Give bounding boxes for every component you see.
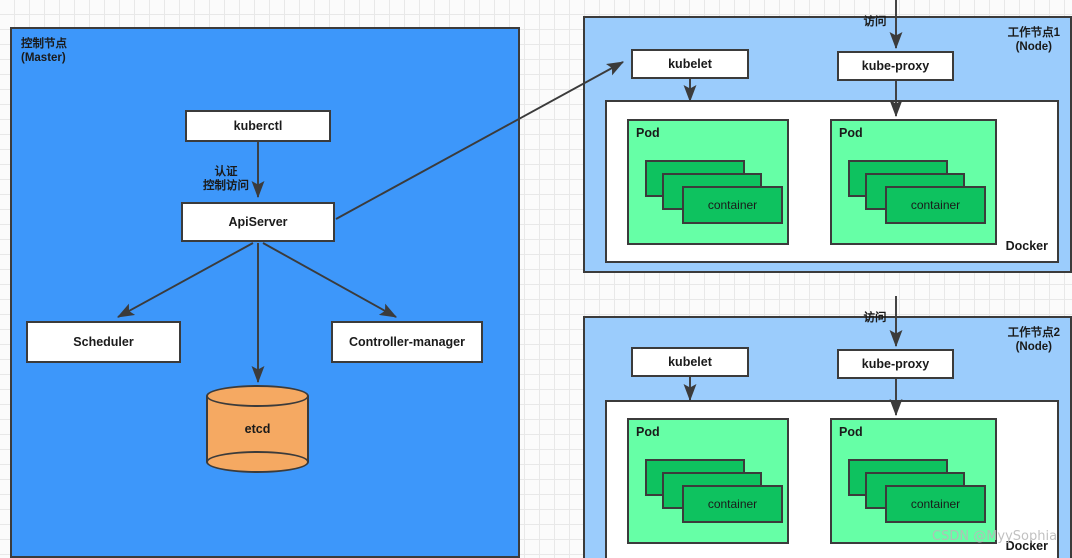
kuberctl-box[interactable]: kuberctl	[185, 110, 331, 142]
worker-1-kubelet-label: kubelet	[668, 57, 712, 71]
watermark: CSDN @MyySophia	[932, 529, 1058, 544]
master-node-panel: 控制节点 (Master)	[10, 27, 520, 558]
worker-1-pod-1-container-1[interactable]: container	[682, 186, 783, 224]
worker-1-pod-2-label: Pod	[839, 126, 863, 140]
worker-1-kubelet-box[interactable]: kubelet	[631, 49, 749, 79]
worker-2-pod-1-label: Pod	[636, 425, 660, 439]
worker-2-pod-1[interactable]: Pod container	[627, 418, 789, 544]
master-node-title: 控制节点 (Master)	[21, 38, 67, 65]
worker-node-1-title: 工作节点1 (Node)	[1007, 27, 1060, 54]
worker-1-pod-2-container-1[interactable]: container	[885, 186, 986, 224]
worker-2-pod-2-label: Pod	[839, 425, 863, 439]
apiserver-box[interactable]: ApiServer	[181, 202, 335, 242]
worker-2-kube-proxy-box[interactable]: kube-proxy	[837, 349, 954, 379]
worker-2-kubelet-box[interactable]: kubelet	[631, 347, 749, 377]
etcd-label: etcd	[244, 422, 271, 436]
worker-1-access-label: 访问	[863, 15, 887, 28]
controller-manager-label: Controller-manager	[349, 335, 465, 349]
worker-1-pod-1-label: Pod	[636, 126, 660, 140]
apiserver-label: ApiServer	[228, 215, 288, 229]
worker-1-kube-proxy-label: kube-proxy	[861, 59, 930, 73]
kuberctl-label: kuberctl	[233, 119, 283, 133]
worker-2-pod-1-container-1[interactable]: container	[682, 485, 783, 523]
scheduler-label: Scheduler	[73, 335, 134, 349]
diagram-canvas: 控制节点 (Master) kuberctl ApiServer 认证 控制访问…	[0, 0, 1072, 558]
worker-1-pod-1[interactable]: Pod container	[627, 119, 789, 245]
worker-2-kube-proxy-label: kube-proxy	[861, 357, 930, 371]
etcd-cylinder[interactable]: etcd	[206, 385, 309, 473]
worker-node-2-title: 工作节点2 (Node)	[1007, 327, 1060, 354]
worker-1-kube-proxy-box[interactable]: kube-proxy	[837, 51, 954, 81]
controller-manager-box[interactable]: Controller-manager	[331, 321, 483, 363]
worker-2-kubelet-label: kubelet	[668, 355, 712, 369]
scheduler-box[interactable]: Scheduler	[26, 321, 181, 363]
auth-edge-label: 认证 控制访问	[203, 165, 249, 192]
worker-1-pod-2[interactable]: Pod container	[830, 119, 997, 245]
worker-2-pod-2-container-1[interactable]: container	[885, 485, 986, 523]
worker-2-pod-2[interactable]: Pod container	[830, 418, 997, 544]
worker-1-docker-label: Docker	[1005, 239, 1048, 253]
worker-2-access-label: 访问	[863, 311, 887, 324]
